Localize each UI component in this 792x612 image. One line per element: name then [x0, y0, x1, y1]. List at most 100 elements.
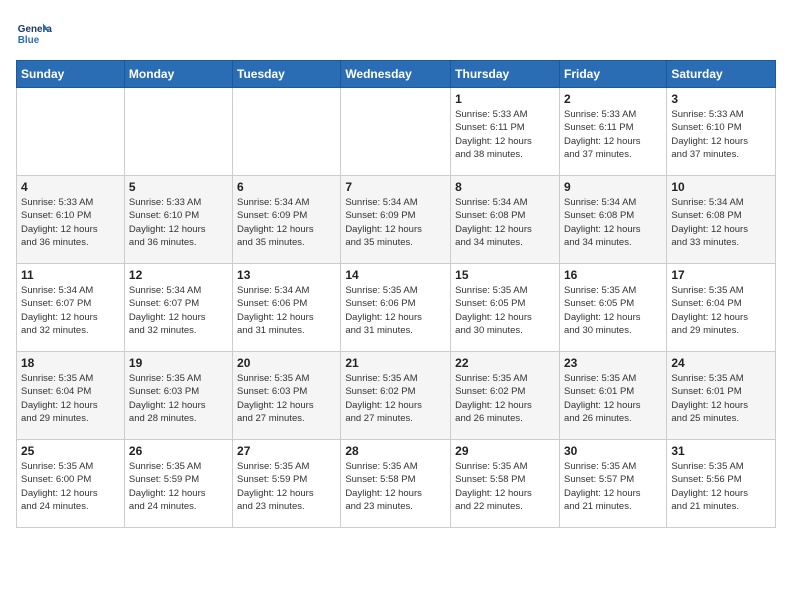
day-number: 31	[671, 444, 771, 458]
day-number: 5	[129, 180, 228, 194]
day-info: Sunrise: 5:34 AM Sunset: 6:08 PM Dayligh…	[671, 196, 771, 249]
day-info: Sunrise: 5:34 AM Sunset: 6:08 PM Dayligh…	[564, 196, 662, 249]
day-number: 10	[671, 180, 771, 194]
calendar-cell: 30 Sunrise: 5:35 AM Sunset: 5:57 PM Dayli…	[559, 440, 666, 528]
calendar-cell: 23Sunrise: 5:35 AM Sunset: 6:01 PM Dayli…	[559, 352, 666, 440]
day-info: Sunrise: 5:33 AM Sunset: 6:11 PM Dayligh…	[564, 108, 662, 161]
day-info: Sunrise: 5:34 AM Sunset: 6:07 PM Dayligh…	[21, 284, 120, 337]
day-number: 25	[21, 444, 120, 458]
svg-text:Blue: Blue	[18, 35, 40, 46]
day-info: Sunrise: 5:34 AM Sunset: 6:08 PM Dayligh…	[455, 196, 555, 249]
day-number: 3	[671, 92, 771, 106]
calendar-body: 1 Sunrise: 5:33 AM Sunset: 6:11 PM Daylig…	[17, 88, 776, 528]
day-number: 27	[237, 444, 336, 458]
weekday-header-row: SundayMondayTuesdayWednesdayThursdayFrid…	[17, 61, 776, 88]
day-info: Sunrise: 5:33 AM Sunset: 6:10 PM Dayligh…	[21, 196, 120, 249]
calendar-cell: 11 Sunrise: 5:34 AM Sunset: 6:07 PM Dayli…	[17, 264, 125, 352]
calendar-cell	[124, 88, 232, 176]
calendar-cell: 17Sunrise: 5:35 AM Sunset: 6:04 PM Dayli…	[667, 264, 776, 352]
day-number: 8	[455, 180, 555, 194]
weekday-header-cell: Monday	[124, 61, 232, 88]
calendar-cell	[17, 88, 125, 176]
day-number: 2	[564, 92, 662, 106]
day-info: Sunrise: 5:33 AM Sunset: 6:11 PM Dayligh…	[455, 108, 555, 161]
calendar-cell: 7 Sunrise: 5:34 AM Sunset: 6:09 PM Daylig…	[341, 176, 451, 264]
day-info: Sunrise: 5:35 AM Sunset: 6:04 PM Dayligh…	[671, 284, 771, 337]
day-number: 22	[455, 356, 555, 370]
day-number: 24	[671, 356, 771, 370]
day-number: 15	[455, 268, 555, 282]
logo-icon: General Blue	[16, 16, 52, 52]
calendar-cell: 29Sunrise: 5:35 AM Sunset: 5:58 PM Dayli…	[451, 440, 560, 528]
day-info: Sunrise: 5:35 AM Sunset: 6:05 PM Dayligh…	[564, 284, 662, 337]
day-info: Sunrise: 5:35 AM Sunset: 6:06 PM Dayligh…	[345, 284, 446, 337]
day-number: 19	[129, 356, 228, 370]
day-number: 30	[564, 444, 662, 458]
calendar-cell: 19 Sunrise: 5:35 AM Sunset: 6:03 PM Dayli…	[124, 352, 232, 440]
day-info: Sunrise: 5:34 AM Sunset: 6:06 PM Dayligh…	[237, 284, 336, 337]
day-number: 4	[21, 180, 120, 194]
calendar-cell: 26 Sunrise: 5:35 AM Sunset: 5:59 PM Dayli…	[124, 440, 232, 528]
day-info: Sunrise: 5:35 AM Sunset: 5:59 PM Dayligh…	[237, 460, 336, 513]
calendar-week-row: 18 Sunrise: 5:35 AM Sunset: 6:04 PM Dayli…	[17, 352, 776, 440]
day-info: Sunrise: 5:34 AM Sunset: 6:09 PM Dayligh…	[237, 196, 336, 249]
day-number: 9	[564, 180, 662, 194]
calendar-cell: 13Sunrise: 5:34 AM Sunset: 6:06 PM Dayli…	[233, 264, 341, 352]
calendar-cell: 16 Sunrise: 5:35 AM Sunset: 6:05 PM Dayli…	[559, 264, 666, 352]
calendar-cell: 15 Sunrise: 5:35 AM Sunset: 6:05 PM Dayli…	[451, 264, 560, 352]
day-info: Sunrise: 5:35 AM Sunset: 6:03 PM Dayligh…	[129, 372, 228, 425]
calendar-cell: 8 Sunrise: 5:34 AM Sunset: 6:08 PM Daylig…	[451, 176, 560, 264]
calendar-cell: 25Sunrise: 5:35 AM Sunset: 6:00 PM Dayli…	[17, 440, 125, 528]
day-info: Sunrise: 5:35 AM Sunset: 6:04 PM Dayligh…	[21, 372, 120, 425]
calendar-week-row: 4 Sunrise: 5:33 AM Sunset: 6:10 PM Daylig…	[17, 176, 776, 264]
calendar-cell: 31 Sunrise: 5:35 AM Sunset: 5:56 PM Dayli…	[667, 440, 776, 528]
weekday-header-cell: Tuesday	[233, 61, 341, 88]
calendar-cell: 12Sunrise: 5:34 AM Sunset: 6:07 PM Dayli…	[124, 264, 232, 352]
day-info: Sunrise: 5:35 AM Sunset: 5:59 PM Dayligh…	[129, 460, 228, 513]
day-info: Sunrise: 5:34 AM Sunset: 6:07 PM Dayligh…	[129, 284, 228, 337]
calendar-cell	[233, 88, 341, 176]
day-number: 26	[129, 444, 228, 458]
calendar-week-row: 11 Sunrise: 5:34 AM Sunset: 6:07 PM Dayli…	[17, 264, 776, 352]
day-info: Sunrise: 5:35 AM Sunset: 6:01 PM Dayligh…	[671, 372, 771, 425]
day-info: Sunrise: 5:35 AM Sunset: 6:03 PM Dayligh…	[237, 372, 336, 425]
day-number: 18	[21, 356, 120, 370]
weekday-header-cell: Sunday	[17, 61, 125, 88]
day-number: 7	[345, 180, 446, 194]
day-number: 14	[345, 268, 446, 282]
calendar-cell: 1 Sunrise: 5:33 AM Sunset: 6:11 PM Daylig…	[451, 88, 560, 176]
day-number: 21	[345, 356, 446, 370]
calendar-cell: 18 Sunrise: 5:35 AM Sunset: 6:04 PM Dayli…	[17, 352, 125, 440]
day-number: 23	[564, 356, 662, 370]
calendar-cell: 27 Sunrise: 5:35 AM Sunset: 5:59 PM Dayli…	[233, 440, 341, 528]
day-number: 6	[237, 180, 336, 194]
calendar-cell	[341, 88, 451, 176]
day-info: Sunrise: 5:33 AM Sunset: 6:10 PM Dayligh…	[129, 196, 228, 249]
calendar-cell: 6 Sunrise: 5:34 AM Sunset: 6:09 PM Daylig…	[233, 176, 341, 264]
day-number: 11	[21, 268, 120, 282]
day-info: Sunrise: 5:35 AM Sunset: 5:58 PM Dayligh…	[455, 460, 555, 513]
calendar-cell: 24 Sunrise: 5:35 AM Sunset: 6:01 PM Dayli…	[667, 352, 776, 440]
calendar-table: SundayMondayTuesdayWednesdayThursdayFrid…	[16, 60, 776, 528]
calendar-cell: 5 Sunrise: 5:33 AM Sunset: 6:10 PM Daylig…	[124, 176, 232, 264]
calendar-cell: 22 Sunrise: 5:35 AM Sunset: 6:02 PM Dayli…	[451, 352, 560, 440]
calendar-cell: 20Sunrise: 5:35 AM Sunset: 6:03 PM Dayli…	[233, 352, 341, 440]
day-info: Sunrise: 5:35 AM Sunset: 5:56 PM Dayligh…	[671, 460, 771, 513]
day-info: Sunrise: 5:35 AM Sunset: 5:57 PM Dayligh…	[564, 460, 662, 513]
page-header: General Blue	[16, 16, 776, 52]
logo: General Blue	[16, 16, 52, 52]
calendar-cell: 10 Sunrise: 5:34 AM Sunset: 6:08 PM Dayli…	[667, 176, 776, 264]
weekday-header-cell: Wednesday	[341, 61, 451, 88]
calendar-cell: 3Sunrise: 5:33 AM Sunset: 6:10 PM Daylig…	[667, 88, 776, 176]
day-info: Sunrise: 5:35 AM Sunset: 6:02 PM Dayligh…	[455, 372, 555, 425]
day-number: 1	[455, 92, 555, 106]
day-info: Sunrise: 5:35 AM Sunset: 5:58 PM Dayligh…	[345, 460, 446, 513]
weekday-header-cell: Saturday	[667, 61, 776, 88]
day-info: Sunrise: 5:35 AM Sunset: 6:02 PM Dayligh…	[345, 372, 446, 425]
day-info: Sunrise: 5:34 AM Sunset: 6:09 PM Dayligh…	[345, 196, 446, 249]
calendar-cell: 9 Sunrise: 5:34 AM Sunset: 6:08 PM Daylig…	[559, 176, 666, 264]
day-info: Sunrise: 5:35 AM Sunset: 6:05 PM Dayligh…	[455, 284, 555, 337]
calendar-cell: 21 Sunrise: 5:35 AM Sunset: 6:02 PM Dayli…	[341, 352, 451, 440]
day-number: 16	[564, 268, 662, 282]
weekday-header-cell: Friday	[559, 61, 666, 88]
